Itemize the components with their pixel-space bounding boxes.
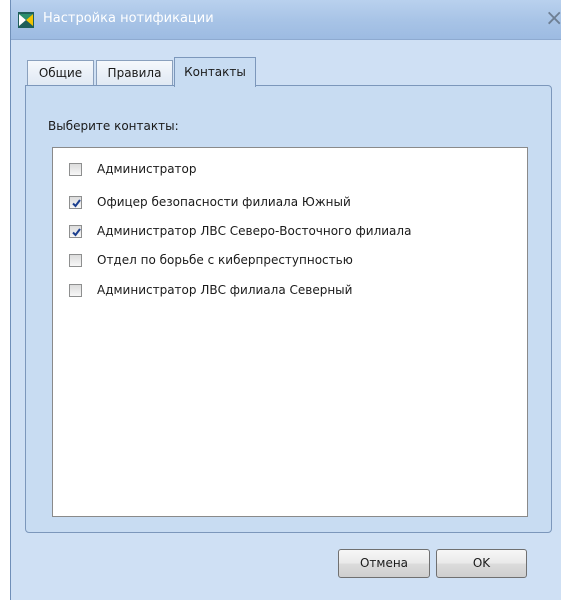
contact-item-north-lan-administrator[interactable]: Администратор ЛВС филиала Северный [69, 282, 352, 298]
contact-checkbox[interactable] [69, 283, 82, 297]
tab-contacts[interactable]: Контакты [174, 57, 256, 87]
contact-checkbox[interactable] [69, 253, 82, 267]
contact-item-northeast-lan-administrator[interactable]: Администратор ЛВС Северо-Восточного фили… [69, 223, 411, 239]
contact-item-cybercrime-department[interactable]: Отдел по борьбе с киберпреступностью [69, 252, 353, 268]
contact-label: Администратор ЛВС филиала Северный [97, 283, 353, 297]
contact-label: Офицер безопасности филиала Южный [97, 195, 351, 209]
contact-checkbox[interactable] [69, 195, 82, 209]
contact-item-administrator[interactable]: Администратор [69, 161, 197, 177]
close-icon[interactable]: × [545, 8, 561, 30]
title-bar[interactable]: Настройка нотификации × [11, 0, 561, 40]
contact-label: Администратор ЛВС Северо-Восточного фили… [97, 224, 412, 238]
checkmark-icon [72, 198, 81, 208]
contact-checkbox[interactable] [69, 162, 82, 176]
select-contacts-label: Выберите контакты: [48, 119, 179, 133]
cancel-button[interactable]: Отмена [338, 549, 430, 578]
checkmark-icon [72, 227, 81, 237]
contacts-list: Администратор Офицер безопасности филиал… [52, 147, 528, 517]
contact-item-south-branch-security-officer[interactable]: Офицер безопасности филиала Южный [69, 194, 351, 210]
app-logo-icon [18, 12, 34, 28]
ok-button[interactable]: OK [436, 549, 527, 578]
contact-label: Отдел по борьбе с киберпреступностью [97, 253, 353, 267]
notification-settings-dialog: Настройка нотификации × Общие Правила Ко… [10, 0, 561, 600]
window-title: Настройка нотификации [43, 11, 214, 26]
contact-checkbox[interactable] [69, 224, 82, 238]
contacts-tab-panel: Выберите контакты: Администратор Офицер … [25, 85, 552, 533]
contact-label: Администратор [97, 162, 197, 176]
tab-general[interactable]: Общие [27, 60, 94, 86]
tab-rules[interactable]: Правила [96, 60, 173, 86]
